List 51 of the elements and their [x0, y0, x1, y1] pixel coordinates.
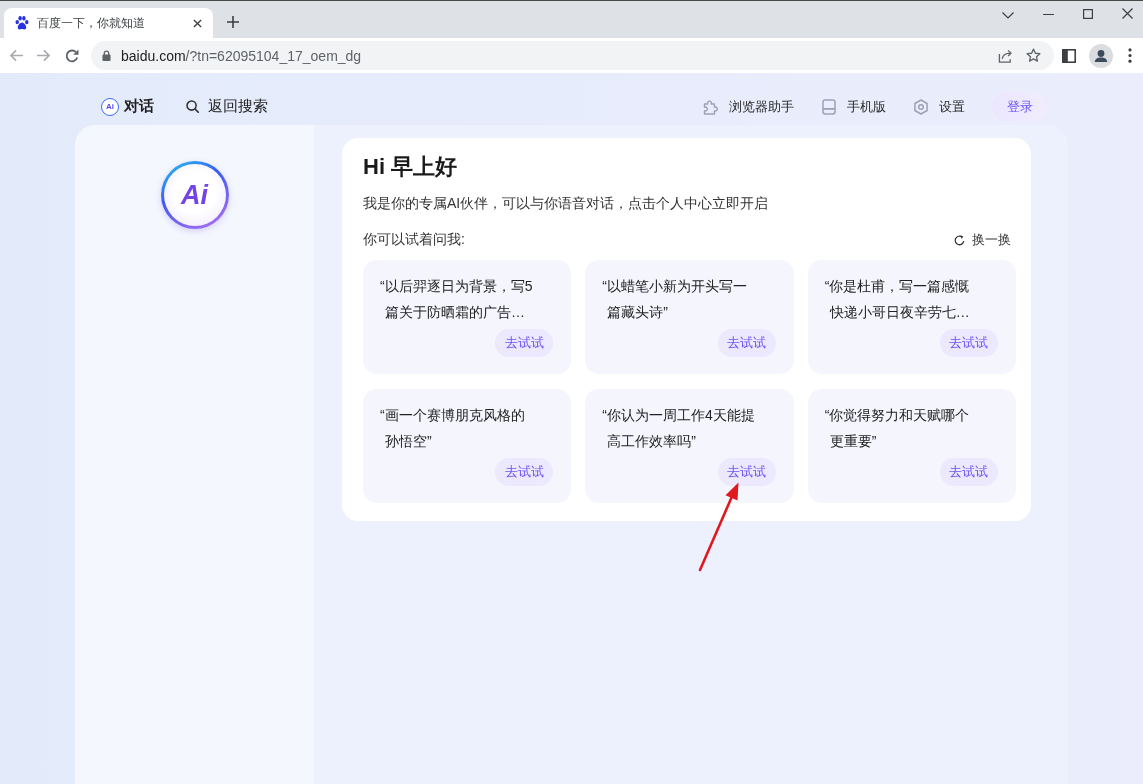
side-panel-icon[interactable]	[1062, 48, 1076, 63]
minimize-icon[interactable]	[1043, 14, 1054, 16]
share-icon[interactable]	[998, 48, 1013, 63]
lock-icon	[102, 50, 111, 61]
suggestion-text: “你觉得努力和天赋哪个更重要”	[824, 406, 971, 451]
refresh-button[interactable]: 换一换	[954, 231, 1011, 249]
chat-logo[interactable]: Ai	[101, 97, 119, 116]
suggestion-text: “以蜡笔小新为开头写一篇藏头诗”	[602, 277, 748, 322]
suggestion-card[interactable]: “画一个赛博朋克风格的孙悟空” 去试试	[363, 389, 572, 503]
suggestion-text: “你是杜甫，写一篇感慨快递小哥日夜辛劳七…	[824, 277, 971, 322]
plus-icon[interactable]	[227, 16, 239, 28]
search-icon	[186, 100, 199, 113]
settings-icon	[913, 98, 929, 115]
refresh-icon	[954, 234, 965, 246]
close-icon[interactable]	[193, 18, 202, 28]
login-button[interactable]: 登录	[992, 92, 1047, 121]
suggestion-card[interactable]: “以蜡笔小新为开头写一篇藏头诗” 去试试	[585, 260, 794, 374]
url-text[interactable]: baidu.com/?tn=62095104_17_oem_dg	[121, 47, 362, 64]
suggestion-text: “画一个赛博朋克风格的孙悟空”	[380, 406, 526, 451]
profile-avatar-icon[interactable]	[1089, 43, 1113, 68]
puzzle-icon	[703, 98, 719, 115]
nav-link[interactable]: 手机版	[821, 92, 886, 121]
suggestion-card[interactable]: “你是杜甫，写一篇感慨快递小哥日夜辛劳七… 去试试	[807, 260, 1016, 374]
suggestion-card[interactable]: “你觉得努力和天赋哪个更重要” 去试试	[807, 389, 1016, 503]
intro-text: 我是你的专属AI伙伴，可以与你语音对话，点击个人中心立即开启	[363, 194, 770, 213]
nav-link[interactable]: 设置	[913, 92, 965, 121]
suggestion-text: “以后羿逐日为背景，写5篇关于防晒霜的广告…	[380, 277, 534, 322]
reload-icon[interactable]	[65, 48, 79, 63]
nav-link[interactable]: 浏览器助手	[703, 92, 794, 121]
more-menu-icon[interactable]	[1128, 48, 1132, 63]
chevron-down-icon[interactable]	[1002, 12, 1014, 19]
greeting-title: Hi 早上好	[363, 153, 459, 181]
tablet-icon	[821, 98, 837, 115]
suggestion-card[interactable]: “你认为一周工作4天能提高工作效率吗” 去试试	[585, 389, 794, 503]
try-button[interactable]: 去试试	[495, 329, 554, 357]
close-icon[interactable]	[1122, 8, 1133, 19]
try-button[interactable]: 去试试	[717, 458, 776, 486]
address-bar[interactable]: baidu.com/?tn=62095104_17_oem_dg	[91, 41, 1054, 70]
try-button[interactable]: 去试试	[940, 329, 998, 357]
try-button[interactable]: 去试试	[717, 329, 776, 357]
back-to-search-link[interactable]: 返回搜索	[186, 92, 268, 121]
paw-icon	[15, 16, 29, 30]
prompt-label: 你可以试着问我:	[363, 231, 465, 249]
suggestion-text: “你认为一周工作4天能提高工作效率吗”	[602, 406, 756, 451]
try-button[interactable]: 去试试	[940, 458, 998, 486]
maximize-icon[interactable]	[1083, 9, 1093, 19]
suggestion-card[interactable]: “以后羿逐日为背景，写5篇关于防晒霜的广告… 去试试	[363, 260, 572, 374]
try-button[interactable]: 去试试	[495, 458, 554, 486]
star-icon[interactable]	[1026, 48, 1041, 63]
browser-tab[interactable]: 百度一下，你就知道	[4, 8, 213, 38]
chat-link[interactable]: 对话	[124, 92, 154, 121]
